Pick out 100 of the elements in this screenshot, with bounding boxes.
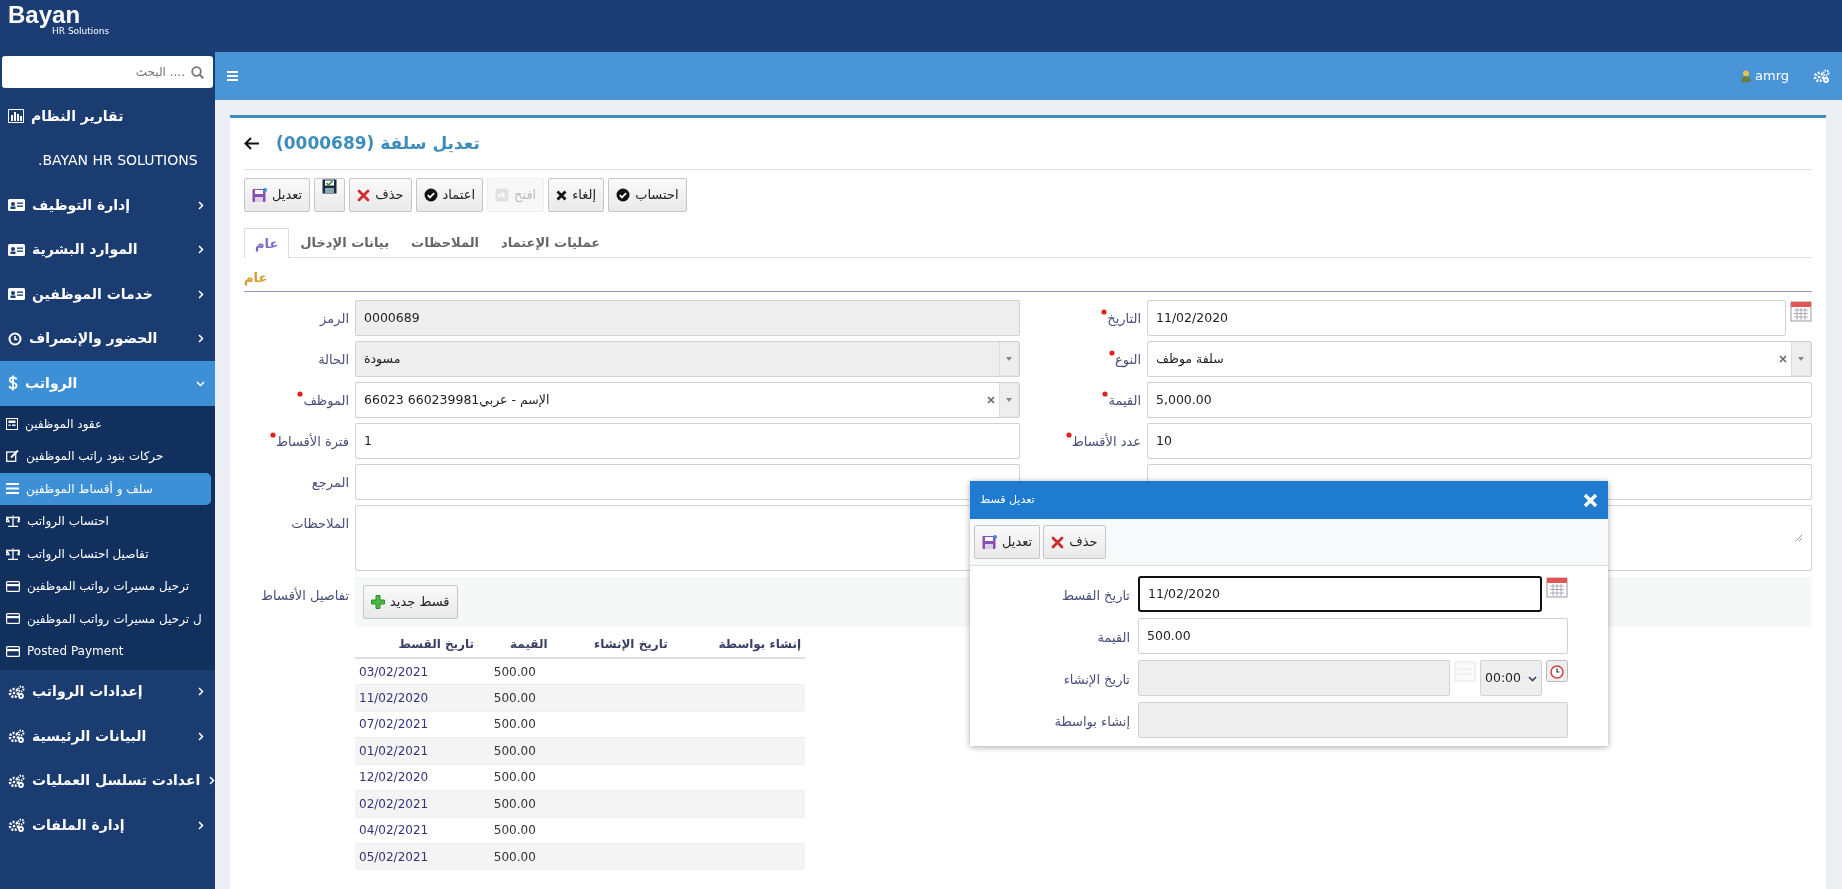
gears-icon <box>8 729 25 744</box>
field-label: فترة الأقساط <box>275 434 349 449</box>
calendar-icon[interactable] <box>1546 576 1568 598</box>
tab[interactable]: بيانات الإدخال <box>289 228 401 257</box>
chevron-down-icon <box>1528 673 1537 683</box>
date-link[interactable]: 12/02/2020 <box>359 770 429 785</box>
sidebar-item[interactable]: إدارة الملفات <box>0 803 215 848</box>
sidebar-item[interactable]: إعدادات الرواتب <box>0 669 215 714</box>
date-field[interactable]: 11/02/2020 <box>1147 300 1786 336</box>
input-field[interactable]: 10 <box>1147 423 1812 459</box>
calculator-icon <box>6 417 18 430</box>
toolbar-button[interactable]: احتساب <box>608 178 687 212</box>
column-header: إنشاء بواسطة <box>671 631 805 658</box>
field-label: تفاصيل الأقساط <box>261 588 349 603</box>
clear-icon[interactable] <box>1779 355 1787 363</box>
field-label: إنشاء بواسطة <box>1054 714 1130 729</box>
column-header: القيمة <box>478 631 552 658</box>
chevron-right-icon <box>196 731 205 741</box>
select-field: مسودة <box>355 341 1020 377</box>
sidebar-item[interactable]: اعدادت تسلسل العمليات <box>0 758 215 803</box>
save-button[interactable] <box>314 178 346 212</box>
menu-icon[interactable] <box>227 71 238 81</box>
date-link[interactable]: 07/02/2021 <box>359 717 429 732</box>
select-field[interactable]: سلفة موظف <box>1147 341 1812 377</box>
field-label: القيمة <box>1108 393 1141 408</box>
close-icon[interactable] <box>1583 492 1598 508</box>
search-icon[interactable] <box>191 66 204 79</box>
close-icon <box>357 188 371 202</box>
sidebar-subitem[interactable]: احتساب الرواتب <box>0 505 211 538</box>
toolbar-button[interactable]: اعتماد <box>415 178 484 212</box>
input-field[interactable]: 5,000.00 <box>1147 382 1812 418</box>
date-link[interactable]: 03/02/2021 <box>359 664 429 679</box>
balance-scale-icon <box>6 547 20 560</box>
toolbar-button[interactable]: حذف <box>349 178 412 212</box>
field-label: القيمة <box>1097 630 1130 645</box>
chevron-right-icon <box>196 820 205 830</box>
sidebar-subitem[interactable]: عقود الموظفين <box>0 407 211 440</box>
chevron-down-icon <box>196 378 205 388</box>
logo-tagline: HR Solutions <box>52 26 110 36</box>
share-icon <box>495 188 510 202</box>
close-icon <box>556 189 568 201</box>
table-cell: 500.00 <box>493 743 536 758</box>
sidebar-subitem[interactable]: حركات بنود راتب الموظفين <box>0 440 211 473</box>
table-cell: 500.00 <box>493 823 536 838</box>
check-circle-icon <box>423 188 438 202</box>
dialog-button[interactable]: حذف <box>1043 525 1106 559</box>
tab[interactable]: الملاحظات <box>400 228 490 257</box>
input-field[interactable]: 1 <box>355 423 1020 459</box>
search-field[interactable]: .... البحث <box>2 56 213 88</box>
sidebar-subitem[interactable]: Posted Payment <box>0 635 211 668</box>
close-icon <box>1051 535 1065 549</box>
sidebar-subitem[interactable]: ل ترحيل مسيرات رواتب الموظفين <box>0 602 211 635</box>
gears-icon[interactable] <box>1813 69 1830 83</box>
alarm-clock-icon[interactable] <box>1546 660 1568 682</box>
table-cell: 500.00 <box>493 664 536 679</box>
field-label: تاريخ الإنشاء <box>1063 672 1130 687</box>
sidebar-subitem[interactable]: تفاصيل احتساب الرواتب <box>0 537 211 570</box>
sidebar-item[interactable]: تقارير النظام <box>0 94 215 139</box>
tab[interactable]: عمليات الإعتماد <box>489 228 612 257</box>
table-cell: 500.00 <box>493 770 536 785</box>
credit-card-icon <box>6 580 20 592</box>
logo-text: Bayan <box>8 3 81 27</box>
input-field[interactable]: 500.00 <box>1138 618 1568 654</box>
back-arrow-icon[interactable] <box>244 137 260 150</box>
new-installment-button[interactable]: قسط جديد <box>363 585 458 619</box>
sidebar-item[interactable]: BAYAN HR SOLUTIONS. <box>0 138 215 183</box>
list-icon <box>6 483 19 495</box>
sidebar-item[interactable]: خدمات الموظفين <box>0 272 215 317</box>
dollar-icon <box>8 375 18 392</box>
credit-card-icon <box>6 645 20 657</box>
gears-icon <box>8 684 25 699</box>
dialog-title: تعديل قسط <box>980 491 1035 508</box>
tab[interactable]: عام <box>244 228 290 258</box>
id-card-icon <box>8 199 25 212</box>
chevron-right-icon <box>196 687 205 697</box>
field-label: الرمز <box>320 311 349 326</box>
sidebar-item[interactable]: البيانات الرئيسية <box>0 714 215 759</box>
calendar-icon[interactable] <box>1790 300 1812 322</box>
page-title: تعديل سلفة (0000689) <box>276 131 480 155</box>
field-label: المرجع <box>311 475 349 490</box>
table-cell: 500.00 <box>493 717 536 732</box>
select-field[interactable]: الإسم - عربي660239981 66023 <box>355 382 1020 418</box>
date-link[interactable]: 04/02/2021 <box>359 823 429 838</box>
date-field[interactable]: 11/02/2020 <box>1138 576 1542 612</box>
sidebar-item[interactable]: إدارة التوظيف <box>0 183 215 228</box>
gears-icon <box>8 773 25 788</box>
credit-card-icon <box>6 613 20 625</box>
bar-chart-icon <box>8 109 24 124</box>
dialog-button[interactable]: تعديل <box>974 525 1041 559</box>
field-label: النوع <box>1115 352 1141 367</box>
sidebar-subitem[interactable]: ترحيل مسيرات رواتب الموظفين <box>0 570 211 603</box>
toolbar-button[interactable]: تعديل <box>244 178 311 212</box>
sidebar-item[interactable]: الحضور والإنصراف <box>0 316 215 361</box>
clear-icon[interactable] <box>987 396 995 404</box>
chevron-right-icon <box>196 334 205 344</box>
plus-icon <box>371 595 385 609</box>
sidebar-item[interactable]: الموارد البشرية <box>0 227 215 272</box>
toolbar-button[interactable]: إلغاء <box>548 178 605 212</box>
check-circle-icon <box>616 188 631 202</box>
user-icon <box>1741 70 1751 82</box>
